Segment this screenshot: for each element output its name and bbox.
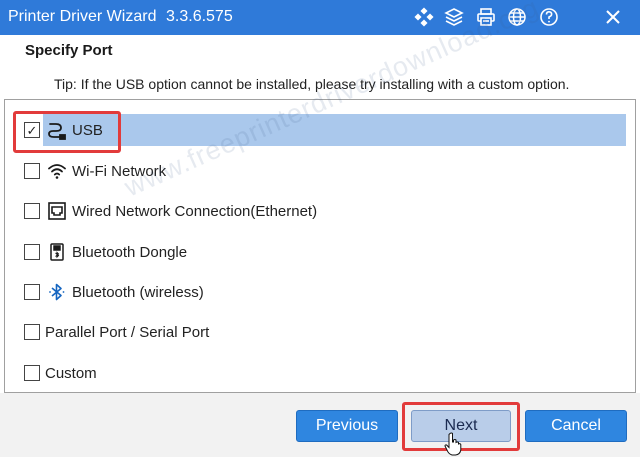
port-label: Bluetooth (wireless): [72, 283, 204, 301]
apps-icon[interactable]: [413, 6, 435, 28]
port-label: USB: [72, 121, 103, 139]
custom-checkbox[interactable]: [24, 365, 40, 381]
layers-icon[interactable]: [443, 6, 465, 28]
app-version: 3.3.6.575: [166, 8, 233, 25]
port-row-bluetooth-dongle[interactable]: Bluetooth Dongle: [5, 236, 635, 268]
usb-cable-icon: [46, 119, 68, 141]
port-row-parallel-serial[interactable]: Parallel Port / Serial Port: [5, 316, 635, 348]
port-row-bluetooth[interactable]: Bluetooth (wireless): [5, 276, 635, 308]
previous-button[interactable]: Previous: [296, 410, 398, 442]
port-label: Custom: [45, 364, 97, 382]
ethernet-icon: [46, 200, 68, 222]
port-label: Parallel Port / Serial Port: [45, 323, 210, 341]
bluetooth-checkbox[interactable]: [24, 284, 40, 300]
port-row-custom[interactable]: Custom: [5, 357, 635, 389]
app-title: Printer Driver Wizard: [8, 8, 157, 25]
close-icon[interactable]: [602, 6, 624, 28]
ethernet-checkbox[interactable]: [24, 203, 40, 219]
port-row-wifi[interactable]: Wi-Fi Network: [5, 155, 635, 187]
printer-icon[interactable]: [475, 6, 497, 28]
port-label: Wired Network Connection(Ethernet): [72, 202, 318, 220]
section-title: Specify Port: [25, 42, 113, 59]
port-label: Wi-Fi Network: [72, 162, 167, 180]
help-icon[interactable]: [538, 6, 560, 28]
bluetooth-dongle-checkbox[interactable]: [24, 244, 40, 260]
parallel-serial-checkbox[interactable]: [24, 324, 40, 340]
footer-bar: Previous Next Cancel: [0, 393, 640, 457]
title-bar: Printer Driver Wizard 3.3.6.575: [0, 0, 640, 35]
cancel-button[interactable]: Cancel: [525, 410, 627, 442]
port-list: ✓ USB Wi-Fi Network Wired Network Connec…: [4, 99, 636, 393]
port-label: Bluetooth Dongle: [72, 243, 188, 261]
bluetooth-dongle-icon: [46, 241, 68, 263]
tip-text: Tip: If the USB option cannot be install…: [54, 76, 570, 92]
usb-checkbox[interactable]: ✓: [24, 122, 40, 138]
wifi-icon: [46, 160, 68, 182]
wifi-checkbox[interactable]: [24, 163, 40, 179]
next-button[interactable]: Next: [411, 410, 511, 442]
port-row-ethernet[interactable]: Wired Network Connection(Ethernet): [5, 195, 635, 227]
port-row-usb[interactable]: ✓ USB: [5, 114, 635, 146]
globe-icon[interactable]: [506, 6, 528, 28]
printer-driver-wizard-window: Printer Driver Wizard 3.3.6.575 Specify …: [0, 0, 640, 457]
bluetooth-icon: [46, 281, 68, 303]
